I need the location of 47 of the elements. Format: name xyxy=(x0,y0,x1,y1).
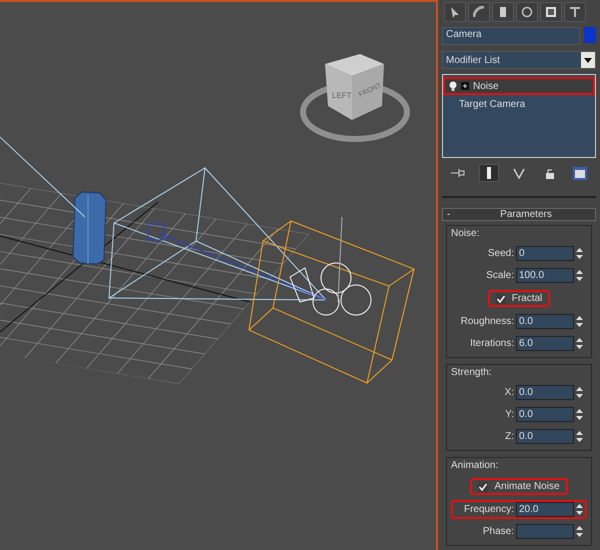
number-field[interactable]: 20.0 xyxy=(516,502,574,517)
group-title: Noise: xyxy=(451,228,480,239)
field-label: Phase: xyxy=(482,526,514,537)
spinner-arrows-icon[interactable] xyxy=(576,247,583,260)
arc-icon[interactable] xyxy=(468,2,490,22)
spinner-arrows-icon[interactable] xyxy=(576,315,583,328)
spinner-arrows-icon[interactable] xyxy=(576,269,583,282)
number-field[interactable]: 0 xyxy=(516,246,574,261)
number-field[interactable]: 0.0 xyxy=(516,429,574,444)
arrow-cursor-icon[interactable] xyxy=(444,2,466,22)
group-title: Animation: xyxy=(451,460,500,471)
group-title: Strength: xyxy=(451,367,493,378)
lightbulb-icon[interactable] xyxy=(449,81,457,91)
spinner-arrows-icon[interactable] xyxy=(576,503,583,516)
bar-icon[interactable] xyxy=(478,164,498,182)
modifier-stack-item[interactable]: Target Camera xyxy=(443,95,595,113)
spinner-arrows-icon[interactable] xyxy=(576,430,583,443)
spinner-arrows-icon[interactable] xyxy=(576,386,583,399)
checkbox[interactable] xyxy=(478,482,488,492)
field-label: X: xyxy=(504,387,514,398)
field-label: Seed: xyxy=(488,248,514,259)
number-field[interactable]: 6.0 xyxy=(516,336,574,351)
checkbox-option[interactable]: Fractal xyxy=(488,290,550,307)
spinner-arrows-icon[interactable] xyxy=(576,337,583,350)
caret-icon[interactable] xyxy=(584,58,592,62)
checkbox[interactable] xyxy=(496,294,506,304)
number-field[interactable]: 0.0 xyxy=(516,314,574,329)
number-field[interactable]: 100.0 xyxy=(516,268,574,283)
field-label: Iterations: xyxy=(470,338,514,349)
expand-icon[interactable] xyxy=(461,82,469,90)
object-color-swatch[interactable] xyxy=(584,27,596,43)
field-label: Y: xyxy=(505,409,514,420)
modifier-stack-item[interactable]: Noise xyxy=(443,77,595,95)
number-field[interactable]: 0.0 xyxy=(516,407,574,422)
rollout-header[interactable]: - Parameters xyxy=(442,208,596,221)
checkbox-option[interactable]: Animate Noise xyxy=(470,478,568,495)
object-name-field[interactable]: Camera xyxy=(442,27,580,45)
number-field[interactable]: 0.0 xyxy=(516,385,574,400)
field-label: Z: xyxy=(505,431,514,442)
field-label: Frequency: xyxy=(464,504,514,515)
modifier-list-dropdown[interactable]: Modifier List xyxy=(442,51,596,69)
viewcube-face-label: LEFT xyxy=(332,91,352,100)
field-label: Roughness: xyxy=(460,316,514,327)
spinner-arrows-icon[interactable] xyxy=(576,408,583,421)
spinner-arrows-icon[interactable] xyxy=(576,525,583,538)
number-field[interactable] xyxy=(516,524,574,539)
field-label: Scale: xyxy=(486,270,514,281)
